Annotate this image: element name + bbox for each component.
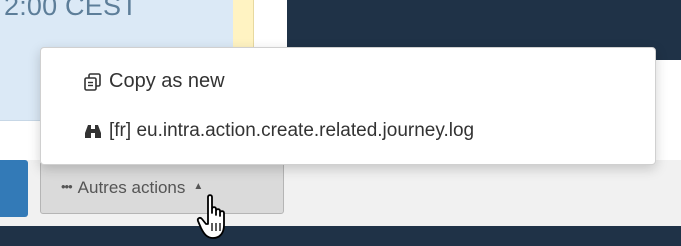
hand-pointer-icon (196, 193, 236, 243)
footer-bar (0, 226, 681, 246)
copy-icon (83, 72, 103, 92)
more-actions-label: Autres actions (77, 177, 186, 197)
more-actions-dropdown: Copy as new [fr] eu.intra.action.create.… (40, 47, 656, 165)
app-screen: 2:00 CEST ••• Autres actions ▲ Copy as n… (0, 0, 681, 246)
event-time-text: 2:00 CEST (4, 0, 138, 21)
more-actions-button[interactable]: ••• Autres actions ▲ (40, 161, 284, 214)
menu-item-label: Copy as new (109, 70, 225, 92)
binoculars-icon (83, 123, 103, 139)
primary-button[interactable] (0, 160, 28, 217)
ellipsis-icon: ••• (61, 179, 73, 194)
menu-item-copy-as-new[interactable]: Copy as new (83, 70, 225, 93)
menu-item-create-journey-log[interactable]: [fr] eu.intra.action.create.related.jour… (83, 120, 474, 142)
menu-item-label: [fr] eu.intra.action.create.related.jour… (109, 120, 475, 141)
caret-up-icon: ▲ (193, 181, 204, 192)
